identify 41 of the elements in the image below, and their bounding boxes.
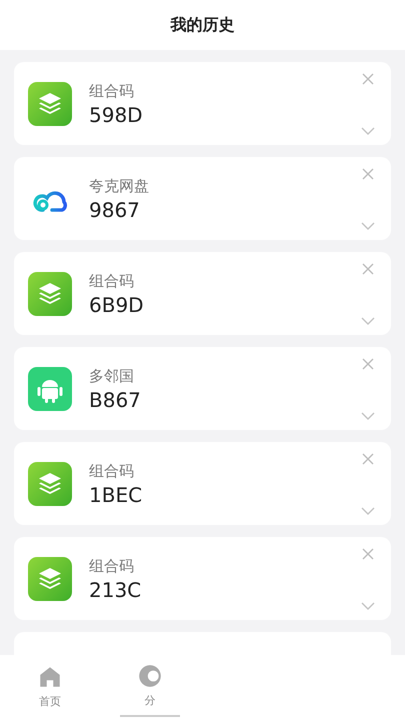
page-title: 我的历史 (170, 14, 234, 36)
chevron-down-icon[interactable] (361, 602, 375, 610)
close-icon[interactable] (362, 262, 374, 274)
history-card[interactable]: 组合码 6B9D (14, 252, 391, 335)
history-card[interactable]: 多邻国 B867 (14, 347, 391, 430)
tab-label: 首页 (39, 694, 61, 708)
chevron-down-icon[interactable] (361, 316, 375, 324)
close-icon[interactable] (362, 452, 374, 464)
app-name: 组合码 (89, 460, 135, 482)
code-text: 598D (89, 102, 144, 128)
close-icon[interactable] (362, 72, 374, 84)
chevron-down-icon[interactable] (361, 222, 375, 230)
close-icon[interactable] (362, 548, 374, 560)
close-icon[interactable] (362, 358, 374, 370)
chevron-down-icon[interactable] (361, 126, 375, 134)
app-name: 多邻国 (89, 366, 135, 386)
code-text: B867 (89, 386, 142, 412)
code-text: 6B9D (89, 292, 145, 318)
history-card[interactable]: 组合码 1BEC (14, 442, 391, 525)
code-text: 1BEC (89, 482, 144, 508)
close-icon[interactable] (362, 168, 374, 180)
tab-label: 分 (144, 692, 156, 708)
layers-icon (28, 82, 72, 126)
layers-icon (28, 272, 72, 316)
layers-icon (28, 462, 72, 506)
layers-icon (28, 556, 72, 600)
app-name: 组合码 (89, 270, 135, 292)
code-text: 9867 (89, 196, 141, 222)
android-icon (28, 366, 72, 410)
app-name: 夸克网盘 (89, 176, 150, 196)
app-name: 组合码 (89, 556, 135, 576)
tab[interactable]: 首页 (20, 655, 80, 717)
history-card[interactable]: 组合码 598D (14, 62, 391, 145)
history-card[interactable]: 夸克网盘 9867 (14, 157, 391, 240)
circle-icon (137, 662, 163, 688)
history-card[interactable]: 组合码 213C (14, 537, 391, 620)
tab[interactable]: 分 (120, 655, 180, 717)
code-text: 213C (89, 576, 142, 602)
chevron-down-icon[interactable] (361, 412, 375, 420)
chevron-down-icon[interactable] (361, 506, 375, 514)
app-name: 组合码 (89, 80, 135, 102)
